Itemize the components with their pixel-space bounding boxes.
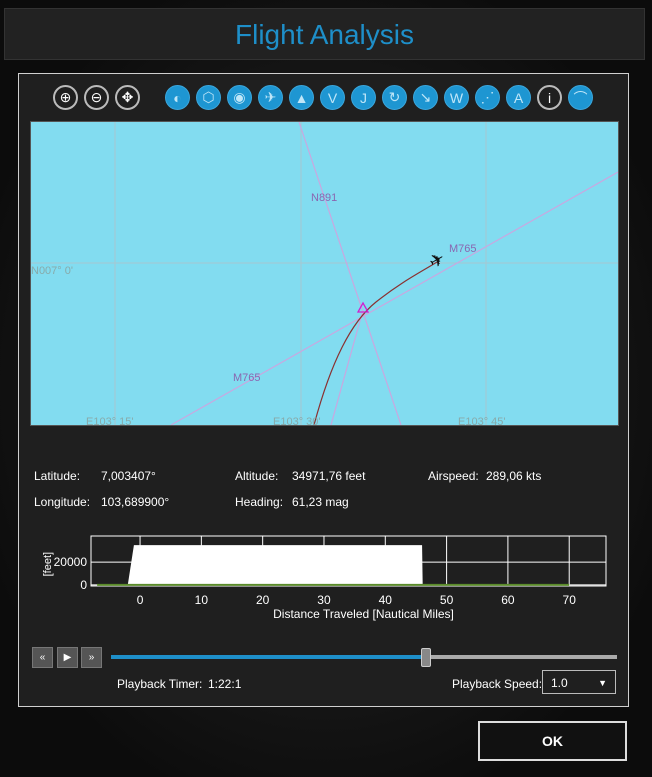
- airspeed-value: 289,06 kts: [486, 469, 542, 483]
- x-tick-label: 50: [440, 593, 454, 607]
- weather-icon[interactable]: W: [444, 85, 469, 110]
- y-tick-label: 0: [80, 578, 87, 592]
- window-title: Flight Analysis: [4, 8, 645, 60]
- altitude-value: 34971,76 feet: [292, 469, 366, 483]
- waypoint-icon[interactable]: ▲: [289, 85, 314, 110]
- map-canvas[interactable]: ✈ N007° 0' E103° 15' E103° 30' E103° 45'…: [31, 122, 618, 425]
- map-view[interactable]: ✈ N007° 0' E103° 15' E103° 30' E103° 45'…: [30, 121, 619, 426]
- playback-timer-value: 1:22:1: [208, 677, 242, 691]
- lon-label: E103° 45': [458, 416, 505, 425]
- y-axis-label: [feet]: [42, 552, 54, 576]
- airway-n891: [298, 122, 402, 425]
- lon-label: E103° 30': [273, 416, 320, 425]
- play-button[interactable]: ▶: [57, 647, 78, 668]
- heading-label: Heading:: [235, 495, 284, 509]
- flight-analysis-panel: ⊕ ⊖ ✥ ◐ ⬡ ◉ ✈ ▲ V J ↻ ↘ W ⋰ Ai ⌒ ✈ N007° 0' E103° 15…: [18, 73, 629, 707]
- victor-airway-icon[interactable]: V: [320, 85, 345, 110]
- airway-m765: [170, 171, 618, 425]
- airway-segment: [330, 309, 364, 425]
- latitude-label: Latitude:: [34, 469, 81, 483]
- playback-timer-label: Playback Timer:: [117, 677, 203, 691]
- track-icon[interactable]: ⋰: [475, 85, 500, 110]
- x-tick-label: 30: [317, 593, 331, 607]
- zoom-in-icon[interactable]: ⊕: [53, 85, 78, 110]
- playback-slider[interactable]: [111, 648, 617, 667]
- rewind-button[interactable]: «: [32, 647, 53, 668]
- altitude-area: [127, 545, 423, 585]
- altitude-icon[interactable]: A: [506, 85, 531, 110]
- terrain-icon[interactable]: ⌒: [568, 85, 593, 110]
- holding-icon[interactable]: ↻: [382, 85, 407, 110]
- flight-track: [313, 261, 438, 425]
- altitude-label: Altitude:: [235, 469, 279, 483]
- x-tick-label: 40: [379, 593, 393, 607]
- x-axis-label: Distance Traveled [Nautical Miles]: [273, 607, 454, 621]
- ndb-icon[interactable]: ◉: [227, 85, 252, 110]
- playback-speed-select[interactable]: 1.0 ▼: [542, 670, 616, 694]
- airspeed-label: Airspeed:: [428, 469, 479, 483]
- playback-speed-label: Playback Speed:: [452, 677, 543, 691]
- airway-label: N891: [311, 192, 337, 204]
- x-tick-label: 10: [195, 593, 209, 607]
- airway-label: M765: [449, 243, 477, 255]
- airspace-icon[interactable]: ◐: [165, 85, 190, 110]
- jet-airway-icon[interactable]: J: [351, 85, 376, 110]
- zoom-out-icon[interactable]: ⊖: [84, 85, 109, 110]
- x-tick-label: 60: [501, 593, 515, 607]
- x-tick-label: 20: [256, 593, 270, 607]
- airport-icon[interactable]: ✈: [258, 85, 283, 110]
- ok-button[interactable]: OK: [478, 721, 627, 761]
- latitude-value: 7,003407°: [101, 469, 156, 483]
- info-icon[interactable]: i: [537, 85, 562, 110]
- slider-thumb[interactable]: [420, 648, 431, 667]
- chevron-down-icon: ▼: [598, 678, 607, 688]
- altitude-profile-chart: 0 10 20 30 40 50 60 70 0 20000 Distance Traveled […: [42, 535, 607, 621]
- airway-label: M765: [233, 372, 261, 384]
- x-tick-label: 0: [137, 593, 144, 607]
- aircraft-icon[interactable]: ✈: [425, 248, 448, 273]
- lon-label: E103° 15': [86, 416, 133, 425]
- route-icon[interactable]: ↘: [413, 85, 438, 110]
- heading-value: 61,23 mag: [292, 495, 349, 509]
- playback-progress: [111, 655, 425, 659]
- fast-forward-button[interactable]: »: [81, 647, 102, 668]
- selected-speed: 1.0: [551, 676, 568, 690]
- x-tick-label: 70: [563, 593, 577, 607]
- longitude-value: 103,689900°: [101, 495, 170, 509]
- center-icon[interactable]: ✥: [115, 85, 140, 110]
- vor-icon[interactable]: ⬡: [196, 85, 221, 110]
- longitude-label: Longitude:: [34, 495, 91, 509]
- y-tick-label: 20000: [54, 555, 88, 569]
- lat-label: N007° 0': [31, 265, 73, 277]
